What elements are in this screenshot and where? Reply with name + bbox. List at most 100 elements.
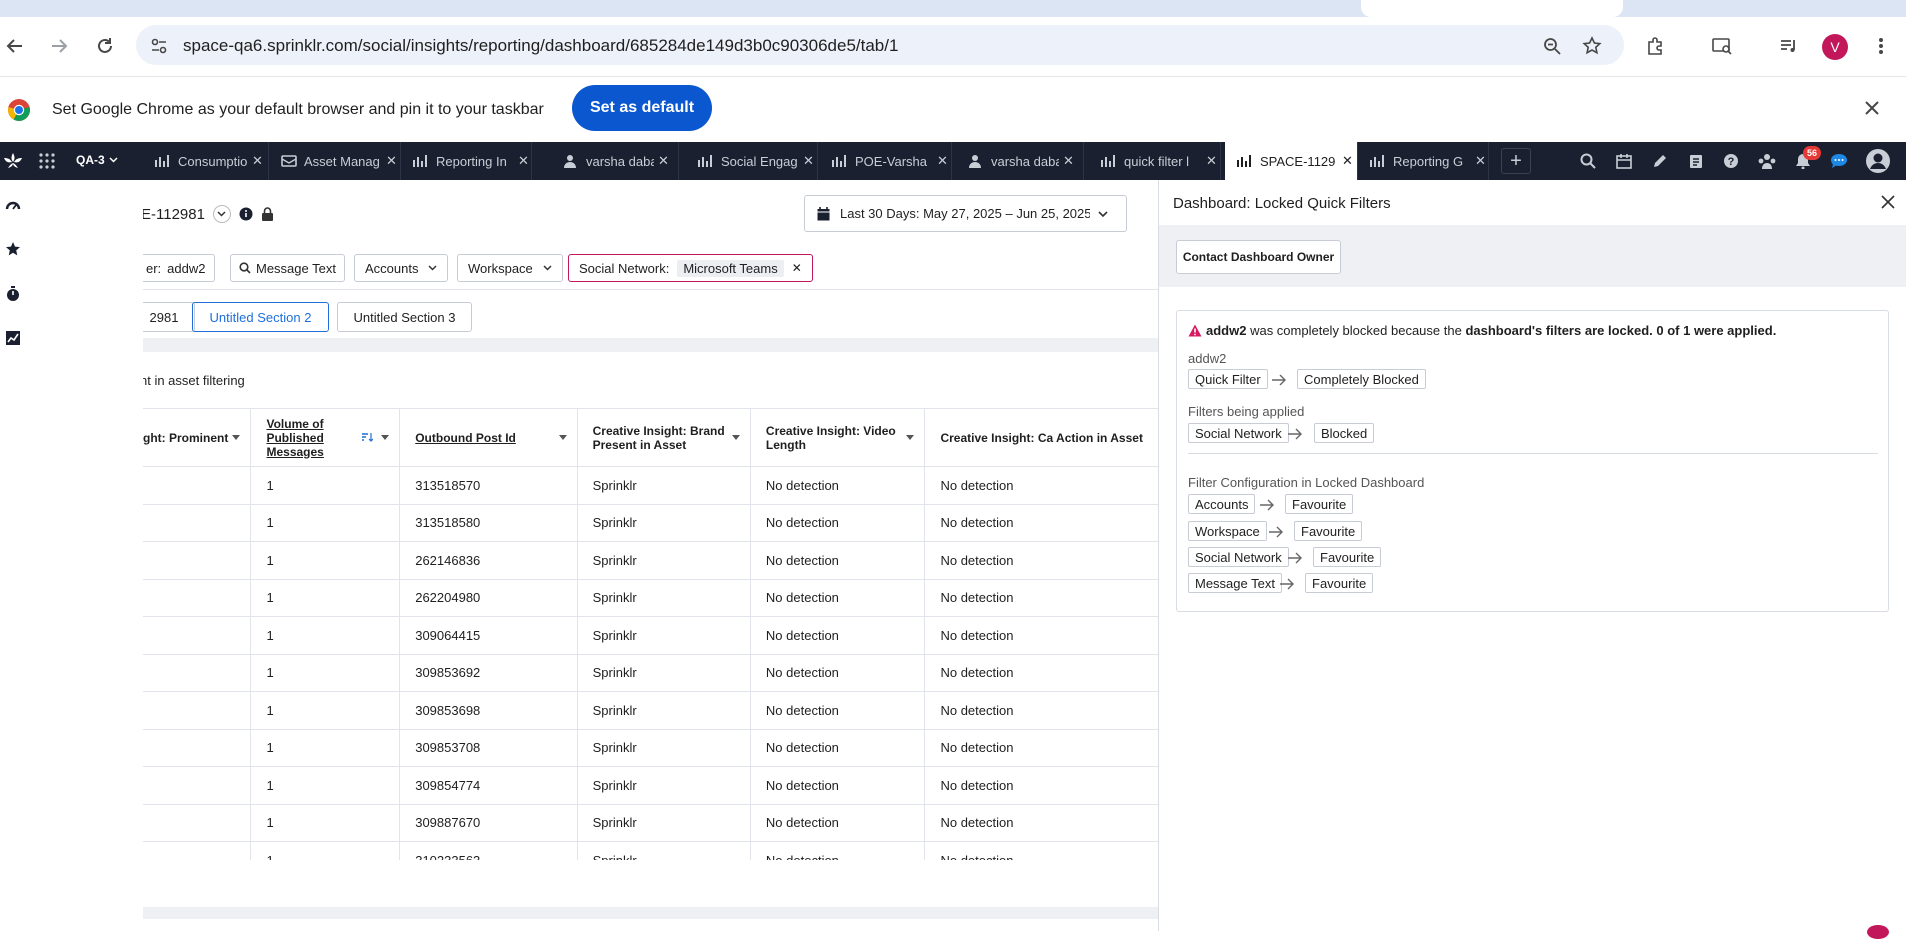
column-header[interactable]: Creative Insight: Ca Action in Asset [924,408,1158,467]
message-text-filter[interactable]: Message Text [230,254,345,282]
reports-icon[interactable] [5,330,25,350]
site-info-icon[interactable] [148,35,170,57]
bookmark-star-icon[interactable] [1581,35,1603,57]
workspace-switcher[interactable]: QA-3 [76,153,118,167]
workspace-filter[interactable]: Workspace [457,254,563,282]
section-tab[interactable]: 2981 [143,302,195,332]
section-tab[interactable]: Untitled Section 3 [337,302,472,332]
column-menu-icon[interactable] [906,435,915,440]
table-row[interactable]: 1 262146836 Sprinklr No detection No detecti… [143,541,1158,580]
column-menu-icon[interactable] [381,435,390,440]
app-tab[interactable]: Reporting G ✕ [1358,142,1489,180]
column-header[interactable]: Volume of Published Messages [250,408,401,467]
sort-descending-icon[interactable] [361,432,374,442]
back-button[interactable] [0,31,30,61]
community-icon[interactable] [1757,151,1777,171]
search-icon[interactable] [1578,151,1598,171]
speedometer-icon[interactable] [5,197,25,217]
table-cell: Sprinklr [577,804,751,842]
app-tab-active[interactable]: SPACE-1129 ✕ [1225,142,1358,180]
section-tab-active[interactable]: Untitled Section 2 [192,302,329,332]
cast-search-icon[interactable] [1707,31,1737,61]
column-header[interactable]: Creative Insight: Brand Present in Asset [577,408,751,467]
favorites-star-icon[interactable] [5,241,25,261]
sprinklr-logo-icon[interactable] [2,151,24,171]
app-tab[interactable]: varsha daba ✕ [548,142,679,180]
profile-avatar[interactable]: V [1822,34,1848,60]
contact-dashboard-owner-button[interactable]: Contact Dashboard Owner [1176,240,1341,274]
user-avatar-icon[interactable] [1865,148,1891,174]
set-as-default-button[interactable]: Set as default [572,85,712,131]
table-row[interactable]: 1 309853698 Sprinklr No detection No detecti… [143,691,1158,730]
column-menu-icon[interactable] [731,435,740,440]
column-header[interactable]: Outbound Post Id [399,408,578,467]
title-dropdown-button[interactable] [212,205,231,223]
browser-tab[interactable] [557,0,829,17]
accounts-filter[interactable]: Accounts [354,254,449,282]
table-row[interactable]: 1 313518580 Sprinklr No detection No detecti… [143,504,1158,542]
table-row[interactable]: 1 309853692 Sprinklr No detection No detecti… [143,654,1158,692]
remove-filter-icon[interactable]: ✕ [792,261,802,275]
more-menu-icon[interactable] [1866,31,1896,61]
app-tab[interactable]: varsha daba ✕ [953,142,1084,180]
table-row[interactable]: 1 309854774 Sprinklr No detection No detecti… [143,766,1158,805]
zoom-icon[interactable] [1541,35,1563,57]
media-playlist-icon[interactable] [1774,31,1804,61]
add-tab-button[interactable]: + [1501,148,1531,174]
timer-icon[interactable] [5,286,25,306]
app-launcher-grid-icon[interactable] [38,152,56,170]
table-row[interactable]: 1 309853708 Sprinklr No detection No detecti… [143,729,1158,767]
close-infobar-icon[interactable] [1864,100,1880,116]
app-tab[interactable]: POE-Varsha ✕ [820,142,952,180]
close-panel-icon[interactable] [1881,195,1895,209]
browser-tab[interactable] [285,0,557,17]
help-icon[interactable]: ? [1721,151,1741,171]
browser-tab[interactable] [1101,0,1361,17]
close-tab-icon[interactable]: ✕ [937,153,948,169]
app-tab[interactable]: Asset Manag ✕ [269,142,401,180]
close-tab-icon[interactable]: ✕ [1475,153,1486,169]
app-tab[interactable]: Reporting In ✕ [401,142,532,180]
calendar-icon[interactable] [1614,151,1634,171]
tasks-icon[interactable] [1686,151,1706,171]
table-row[interactable]: 1 262204980 Sprinklr No detection No detecti… [143,579,1158,617]
column-header[interactable]: Creative Insight: Video Length [750,408,926,467]
social-network-filter[interactable]: Social Network: Microsoft Teams ✕ [568,254,813,282]
date-range-picker[interactable]: Last 30 Days: May 27, 2025 – Jun 25, 202… [804,195,1127,232]
close-tab-icon[interactable]: ✕ [386,153,397,169]
column-menu-icon[interactable] [232,435,241,440]
table-cell: No detection [924,504,1158,542]
browser-tab[interactable] [0,0,285,17]
close-tab-icon[interactable]: ✕ [1206,153,1217,169]
close-tab-icon[interactable]: ✕ [1063,153,1074,169]
table-row[interactable]: 1 309887670 Sprinklr No detection No detecti… [143,804,1158,842]
forward-button[interactable] [44,31,74,61]
pencil-icon[interactable] [1650,151,1670,171]
close-tab-icon[interactable]: ✕ [1342,153,1353,169]
browser-toolbar: space-qa6.sprinklr.com/social/insights/r… [0,17,1906,76]
reload-button[interactable] [90,31,120,61]
app-tab[interactable]: Consumptio ✕ [143,142,269,180]
close-tab-icon[interactable]: ✕ [658,153,669,169]
browser-tab-strip [0,0,1906,17]
browser-tab[interactable] [829,0,1101,17]
close-tab-icon[interactable]: ✕ [518,153,529,169]
app-tab[interactable]: quick filter l ✕ [1089,142,1221,180]
table-row[interactable]: 1 309064415 Sprinklr No detection No detecti… [143,616,1158,655]
browser-tab-active[interactable] [1361,0,1623,17]
help-bubble[interactable] [1867,925,1889,939]
app-tab[interactable]: Social Engag ✕ [686,142,818,180]
chat-icon[interactable] [1829,151,1849,171]
column-header[interactable]: ght: Prominent [143,408,252,467]
table-row[interactable]: 1 313518570 Sprinklr No detection No detecti… [143,466,1158,505]
column-menu-icon[interactable] [558,435,567,440]
quick-filter-pill[interactable]: er: addw2 [143,254,215,282]
address-bar[interactable]: space-qa6.sprinklr.com/social/insights/r… [136,25,1624,65]
close-tab-icon[interactable]: ✕ [803,153,814,169]
table-cell: No detection [924,691,1158,730]
dashboard-title: E-112981 [143,205,205,223]
config-filter-chip: Accounts [1188,494,1256,514]
info-icon[interactable] [239,207,253,221]
close-tab-icon[interactable]: ✕ [252,153,263,169]
extensions-icon[interactable] [1640,31,1670,61]
